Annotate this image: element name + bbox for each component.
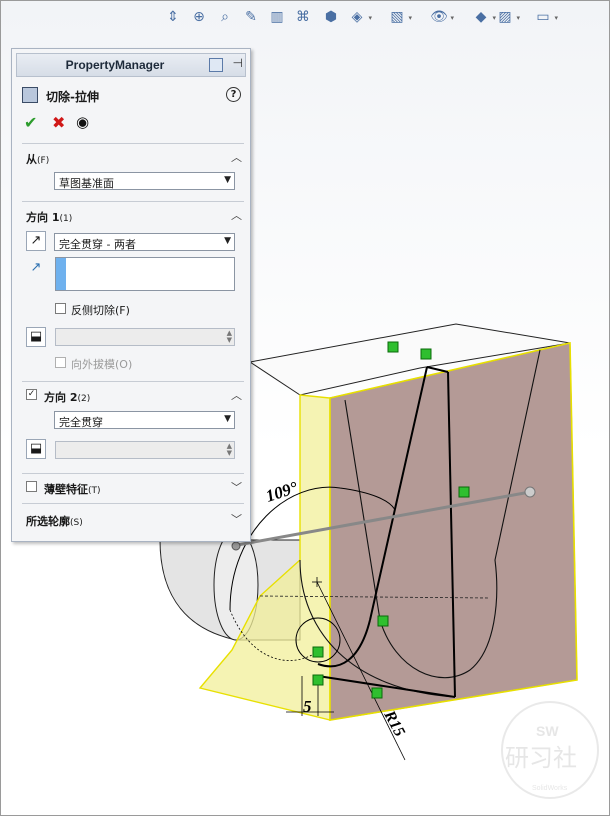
feature-title: 切除-拉伸 <box>46 90 99 104</box>
watermark: SW 研习社 SolidWorks <box>501 701 599 799</box>
direction2-end-condition-select[interactable]: 完全贯穿 ▼ <box>54 411 235 429</box>
angle-dimension[interactable]: 109° <box>263 478 300 506</box>
divider <box>22 473 244 474</box>
dropdown-arrow-icon: ▼ <box>224 175 231 185</box>
draft-icon[interactable]: ⬓ <box>26 439 46 459</box>
section-view-icon[interactable]: ✎ <box>240 4 262 30</box>
panel-layout-icon[interactable] <box>209 58 223 72</box>
feature-title-row: 切除-拉伸 ? <box>18 87 256 107</box>
property-manager-panel: PropertyManager ⊣ 切除-拉伸 ? ✔ ✖ ◉ 从(F) ︿ 草… <box>11 48 251 542</box>
spin-arrows-icon[interactable]: ▲ ▼ <box>227 330 232 344</box>
svg-text:SolidWorks: SolidWorks <box>532 785 568 792</box>
action-buttons: ✔ ✖ ◉ <box>12 113 250 133</box>
svg-text:研习社: 研习社 <box>505 744 577 772</box>
linear-dimension[interactable]: 5 <box>303 697 312 716</box>
flip-side-to-cut-checkbox[interactable]: 反侧切除(F) <box>55 302 205 317</box>
direction1-label: 方向 1 <box>26 211 60 224</box>
ok-button[interactable]: ✔ <box>24 113 37 132</box>
draft-outward-checkbox[interactable]: 向外拔模(O) <box>55 356 205 371</box>
divider <box>22 381 244 382</box>
divider <box>22 503 244 504</box>
direction1-group-header[interactable]: 方向 1(1) ︿ <box>22 207 244 225</box>
view-visibility-icon[interactable]: 👁 ▾ <box>428 4 454 30</box>
thin-feature-checkbox[interactable] <box>26 481 37 492</box>
direction1-end-condition-select[interactable]: 完全贯穿 - 两者 ▼ <box>54 233 235 251</box>
cancel-button[interactable]: ✖ <box>52 113 65 132</box>
collapse-chevron-icon[interactable]: ︿ <box>231 149 242 165</box>
collapse-chevron-icon[interactable]: ︿ <box>231 207 242 223</box>
from-group-header[interactable]: 从(F) ︿ <box>22 149 244 167</box>
draft-angle-input[interactable]: ▲ ▼ <box>55 328 235 346</box>
thin-feature-group-header[interactable]: 薄壁特征(T) ﹀ <box>22 479 244 497</box>
direction2-label: 方向 2 <box>44 391 78 404</box>
from-label: 从 <box>26 153 37 166</box>
dropdown-arrow-icon: ▼ <box>224 236 231 246</box>
edit-appearance-icon[interactable]: ▧ ▾ <box>386 4 412 30</box>
from-select[interactable]: 草图基准面 ▼ <box>54 172 235 190</box>
divider <box>22 143 244 144</box>
view-toolbar: ⇕ ⊕ ⌕ ✎ ▥ ⌘ ⬢ ◈ ▾ ▧ ▾ 👁 ▾ ◆ ▾ ▨ ▾ ▭ ▾ <box>160 4 600 32</box>
zoom-area-icon[interactable]: ⊕ <box>188 4 210 30</box>
property-manager-title: PropertyManager <box>65 58 165 72</box>
cut-extrude-icon <box>22 87 38 103</box>
apply-scene-icon[interactable]: ◆ ▾ <box>470 4 496 30</box>
direction2-checkbox[interactable]: ✓ <box>26 389 37 400</box>
pin-icon[interactable]: ⊣ <box>233 56 243 70</box>
zoom-to-fit-icon[interactable]: ⇕ <box>162 4 184 30</box>
previous-view-icon[interactable]: ⌕ <box>214 4 236 30</box>
expand-chevron-icon[interactable]: ﹀ <box>231 511 242 527</box>
view-orientation-icon[interactable]: ⌘ <box>292 4 314 30</box>
svg-text:SW: SW <box>536 723 559 739</box>
hide-show-items-icon[interactable]: ◈ ▾ <box>346 4 372 30</box>
spin-arrows-icon[interactable]: ▲ ▼ <box>227 443 232 457</box>
dropdown-arrow-icon: ▼ <box>224 414 231 424</box>
direction-vector-icon: ↗ <box>30 260 42 275</box>
reverse-direction-icon[interactable]: ↗ <box>26 231 46 251</box>
collapse-chevron-icon[interactable]: ︿ <box>231 387 242 403</box>
property-manager-header: PropertyManager ⊣ <box>16 53 246 77</box>
direction-vector-list[interactable] <box>55 257 235 291</box>
monitor-icon[interactable]: ▭ ▾ <box>532 4 558 30</box>
display-style-icon[interactable]: ⬢ <box>320 4 342 30</box>
help-icon[interactable]: ? <box>226 87 241 102</box>
direction2-group-header[interactable]: ✓ 方向 2(2) ︿ <box>22 387 244 405</box>
view-settings-icon[interactable]: ▨ ▾ <box>494 4 520 30</box>
dynamic-annotation-icon[interactable]: ▥ <box>266 4 288 30</box>
thin-feature-label: 薄壁特征 <box>44 483 88 496</box>
selected-contours-group-header[interactable]: 所选轮廓(S) ﹀ <box>22 511 244 529</box>
divider <box>22 201 244 202</box>
expand-chevron-icon[interactable]: ﹀ <box>231 479 242 495</box>
direction2-draft-input[interactable]: ▲ ▼ <box>55 441 235 459</box>
selected-contours-label: 所选轮廓 <box>26 515 70 528</box>
draft-icon[interactable]: ⬓ <box>26 327 46 347</box>
detailed-preview-button[interactable]: ◉ <box>76 113 89 131</box>
